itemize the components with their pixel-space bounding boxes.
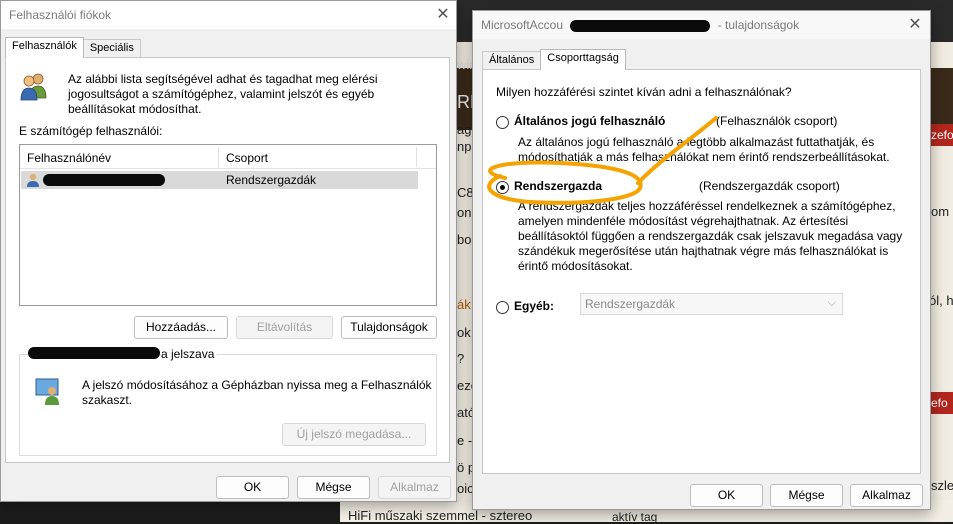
column-separator[interactable]	[218, 147, 219, 167]
bg-text: ?	[457, 351, 465, 366]
dialog-title-suffix: - tulajdonságok	[717, 18, 800, 32]
tab-advanced[interactable]: Speciális	[82, 39, 141, 58]
access-level-question: Milyen hozzáférési szintet kíván adni a …	[496, 85, 792, 99]
users-tab-panel: Az alábbi lista segítségével adhat és ta…	[5, 57, 450, 463]
column-group[interactable]: Csoport	[226, 151, 268, 165]
administrator-desc-line: szándékuk megerősítése után hajthatnak v…	[518, 244, 889, 258]
users-list-label: E számítógép felhasználói:	[19, 124, 163, 138]
other-group-select-value: Rendszergazdák	[585, 297, 676, 311]
new-password-button[interactable]: Új jelszó megadása...	[282, 423, 426, 446]
dialog-title: Felhasználói fiókok	[1, 1, 456, 29]
bg-text: ól, h	[929, 293, 953, 308]
standard-user-label[interactable]: Általános jogú felhasználó	[514, 114, 665, 128]
administrator-desc-line: beállításoktól függően a rendszergazdák …	[518, 229, 903, 243]
user-accounts-dialog: Felhasználói fiókok ✕ Felhasználók Speci…	[0, 0, 457, 502]
bg-text: om	[931, 204, 950, 219]
tab-group-membership[interactable]: Csoporttagság	[540, 49, 626, 70]
dialog-title-bar: MicrosoftAccou - tulajdonságok	[473, 11, 930, 39]
other-group-select[interactable]: Rendszergazdák ⌵	[580, 293, 843, 315]
apply-button[interactable]: Alkalmaz	[378, 476, 451, 499]
properties-button[interactable]: Tulajdonságok	[341, 316, 437, 339]
administrator-desc-line: érintő módosításokat.	[518, 259, 633, 273]
bg-bottom-link[interactable]: HiFi műszaki szemmel - sztereo	[348, 508, 532, 523]
cancel-button[interactable]: Mégse	[770, 484, 843, 507]
redacted-account-name	[570, 19, 711, 32]
ok-button[interactable]: OK	[690, 484, 763, 507]
list-header: Felhasználónév Csoport	[20, 145, 436, 169]
bg-text: szle	[931, 478, 953, 493]
standard-user-desc-line: Az általános jogú felhasználó a legtöbb …	[518, 135, 875, 149]
users-list[interactable]: Felhasználónév Csoport Rendszergazdák	[19, 144, 437, 306]
tab-general[interactable]: Általános	[482, 51, 542, 70]
account-properties-dialog: MicrosoftAccou - tulajdonságok ✕ Általán…	[472, 10, 931, 510]
intro-line: Az alábbi lista segítségével adhat és ta…	[68, 72, 378, 86]
redacted-username	[43, 174, 165, 186]
administrator-label[interactable]: Rendszergazda	[514, 179, 602, 193]
password-groupbox: a jelszava A jelszó módosításához a Géph…	[19, 347, 437, 456]
chevron-down-icon: ⌵	[827, 297, 836, 309]
ok-button[interactable]: OK	[216, 476, 289, 499]
bg-red-badge: zefo	[931, 124, 953, 146]
tab-strip: Általános Csoporttagság	[482, 49, 626, 70]
standard-user-group: (Felhasználók csoport)	[716, 114, 838, 128]
table-row[interactable]: Rendszergazdák	[21, 171, 418, 189]
remove-button[interactable]: Eltávolítás	[236, 316, 333, 339]
standard-user-desc-line: módosíthatják a más felhasználókat nem é…	[518, 150, 890, 164]
add-button[interactable]: Hozzáadás...	[134, 316, 228, 339]
bg-text: ák	[457, 297, 471, 312]
close-icon[interactable]: ✕	[431, 4, 455, 26]
apply-button[interactable]: Alkalmaz	[850, 484, 923, 507]
bg-text: bo	[457, 232, 472, 247]
close-icon[interactable]: ✕	[903, 14, 927, 36]
other-label[interactable]: Egyéb:	[514, 299, 554, 313]
column-username[interactable]: Felhasználónév	[27, 151, 111, 165]
dialog-title-prefix: MicrosoftAccou	[481, 18, 564, 32]
bg-text: ok	[457, 325, 471, 340]
administrator-desc-line: amelyen mindenféle módosítást végrehajth…	[518, 214, 849, 228]
group-membership-panel: Milyen hozzáférési szintet kíván adni a …	[482, 69, 921, 474]
bg-red-badge: efo	[931, 392, 953, 414]
password-text-line: szakaszt.	[82, 393, 133, 407]
user-settings-icon	[35, 378, 59, 405]
tab-strip: Felhasználók Speciális	[5, 37, 141, 58]
administrator-desc-line: A rendszergazdák teljes hozzáféréssel re…	[518, 199, 896, 213]
user-icon	[27, 173, 39, 187]
password-group-title: a jelszava	[161, 347, 218, 361]
cancel-button[interactable]: Mégse	[297, 476, 370, 499]
tab-users[interactable]: Felhasználók	[5, 37, 84, 58]
row-group: Rendszergazdák	[226, 173, 317, 187]
other-radio[interactable]	[496, 301, 509, 314]
intro-line: jogosultságot a számítógéphez, valamint …	[68, 87, 375, 101]
redacted-username	[28, 347, 160, 359]
administrator-radio[interactable]	[496, 181, 509, 194]
users-icon	[20, 73, 47, 101]
intro-line: beállításokat módosíthat.	[68, 102, 202, 116]
column-separator[interactable]	[416, 147, 417, 167]
standard-user-radio[interactable]	[496, 116, 509, 129]
password-text-line: A jelszó módosításához a Gépházban nyiss…	[82, 378, 432, 392]
administrator-group: (Rendszergazdák csoport)	[699, 179, 840, 193]
